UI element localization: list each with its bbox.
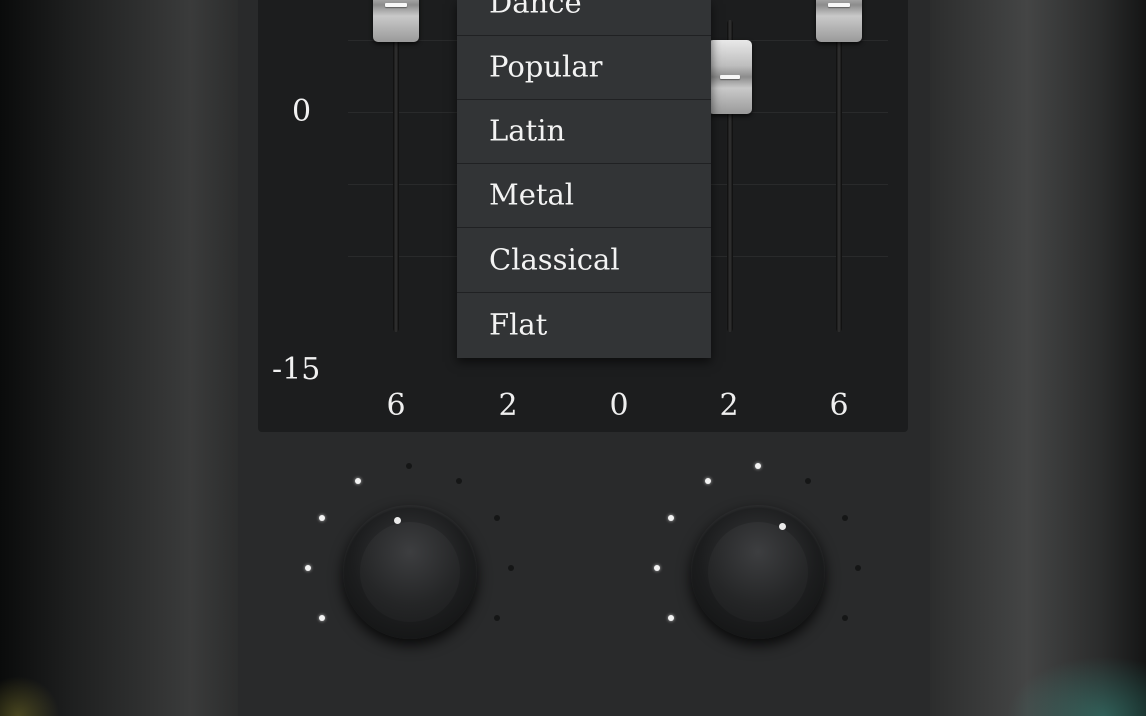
knob-section: [258, 440, 908, 716]
level-tick: [805, 478, 811, 484]
level-tick: [319, 615, 325, 621]
band-label: 0: [609, 388, 629, 423]
level-tick: [319, 515, 325, 521]
slider-track-band-1[interactable]: [393, 20, 399, 332]
right-knob[interactable]: [691, 505, 825, 639]
level-tick: [494, 615, 500, 621]
knob-cap: [360, 522, 460, 622]
level-tick: [705, 478, 711, 484]
level-tick: [406, 463, 412, 469]
preset-option-label: Classical: [489, 241, 620, 276]
level-tick: [654, 565, 660, 571]
level-tick: [494, 515, 500, 521]
preset-option-label: Dance: [489, 0, 582, 19]
preset-option-flat[interactable]: Flat: [457, 294, 711, 358]
band-label: 2: [719, 388, 739, 423]
db-label-zero: 0: [292, 94, 312, 129]
level-tick: [855, 565, 861, 571]
knob-indicator-dot: [779, 523, 786, 530]
level-tick: [305, 565, 311, 571]
level-tick: [668, 615, 674, 621]
background-right: [930, 0, 1146, 716]
slider-handle-band-5[interactable]: [816, 0, 862, 42]
preset-dropdown-menu: Dance Popular Latin Metal Classical Flat: [457, 0, 711, 358]
preset-option-popular[interactable]: Popular: [457, 36, 711, 100]
preset-option-metal[interactable]: Metal: [457, 164, 711, 228]
knob-indicator-dot: [394, 517, 401, 524]
band-label: 6: [829, 388, 849, 423]
knob-cap: [708, 522, 808, 622]
preset-option-label: Metal: [489, 176, 575, 211]
preset-option-label: Flat: [489, 307, 548, 342]
level-tick: [842, 515, 848, 521]
level-tick: [508, 565, 514, 571]
preset-option-classical[interactable]: Classical: [457, 229, 711, 293]
left-knob[interactable]: [343, 505, 477, 639]
level-tick: [456, 478, 462, 484]
background-glow-right: [1006, 656, 1146, 716]
level-tick: [355, 478, 361, 484]
slider-handle-band-1[interactable]: [373, 0, 419, 42]
db-label-min: -15: [272, 352, 321, 387]
background-glow-left: [0, 676, 60, 716]
background-left: [0, 0, 238, 716]
preset-option-label: Latin: [489, 112, 566, 147]
level-tick: [842, 615, 848, 621]
band-label: 2: [498, 388, 518, 423]
preset-option-latin[interactable]: Latin: [457, 100, 711, 164]
level-tick: [755, 463, 761, 469]
band-label: 6: [386, 388, 406, 423]
preset-option-label: Popular: [489, 48, 603, 83]
level-tick: [668, 515, 674, 521]
slider-handle-band-4[interactable]: [708, 40, 752, 114]
preset-option-dance[interactable]: Dance: [457, 0, 711, 36]
slider-track-band-5[interactable]: [836, 20, 842, 332]
